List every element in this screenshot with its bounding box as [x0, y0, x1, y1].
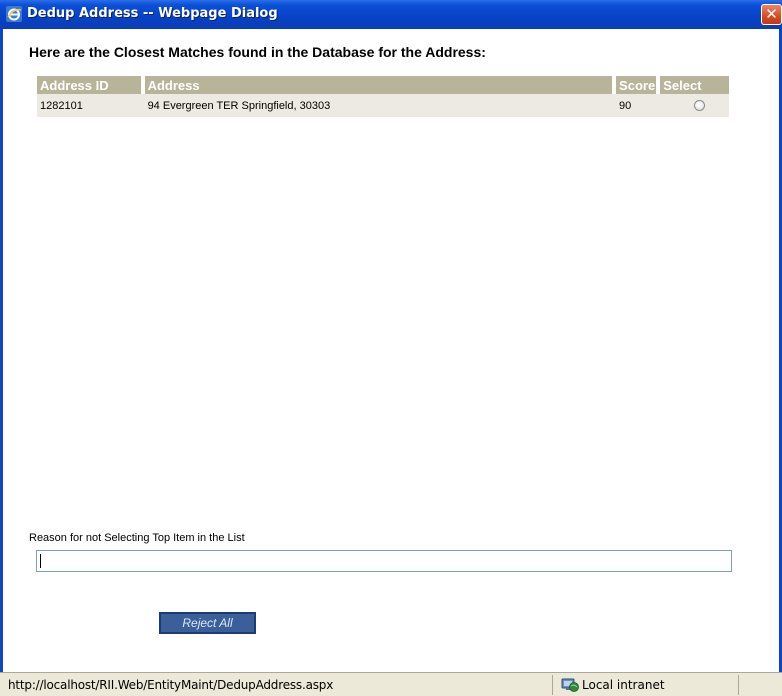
window-title: Dedup Address -- Webpage Dialog: [27, 6, 278, 21]
status-divider: [738, 675, 739, 695]
window-border-left: [0, 29, 3, 696]
table-row: 1282101 94 Evergreen TER Springfield, 30…: [37, 94, 729, 117]
cell-address-id: 1282101: [37, 94, 143, 117]
status-divider: [552, 675, 553, 695]
ie-icon: [6, 6, 22, 22]
status-bar: http://localhost/RII.Web/EntityMaint/Ded…: [0, 672, 782, 696]
page-heading: Here are the Closest Matches found in th…: [29, 44, 486, 60]
cell-select: [656, 94, 729, 117]
cell-score: 90: [612, 94, 659, 117]
local-intranet-icon: [561, 678, 579, 692]
table-header-row: Address ID Address Score Select: [37, 76, 729, 94]
close-button[interactable]: ✕: [761, 4, 782, 25]
column-header-address: Address: [140, 76, 615, 94]
select-radio[interactable]: [694, 100, 706, 111]
reason-label: Reason for not Selecting Top Item in the…: [29, 532, 245, 544]
column-header-address-id: Address ID: [37, 76, 143, 94]
text-cursor: [40, 554, 41, 568]
matches-table: Address ID Address Score Select 1282101 …: [37, 76, 729, 117]
reject-all-button[interactable]: Reject All: [159, 612, 256, 634]
cell-address: 94 Evergreen TER Springfield, 30303: [140, 94, 615, 117]
column-header-score: Score: [612, 76, 659, 94]
title-bar[interactable]: Dedup Address -- Webpage Dialog ✕: [0, 0, 782, 29]
reason-input[interactable]: [36, 550, 732, 572]
status-url: http://localhost/RII.Web/EntityMaint/Ded…: [8, 678, 334, 692]
zone-label: Local intranet: [582, 678, 665, 692]
close-icon: ✕: [765, 5, 778, 23]
column-header-select: Select: [656, 76, 729, 94]
